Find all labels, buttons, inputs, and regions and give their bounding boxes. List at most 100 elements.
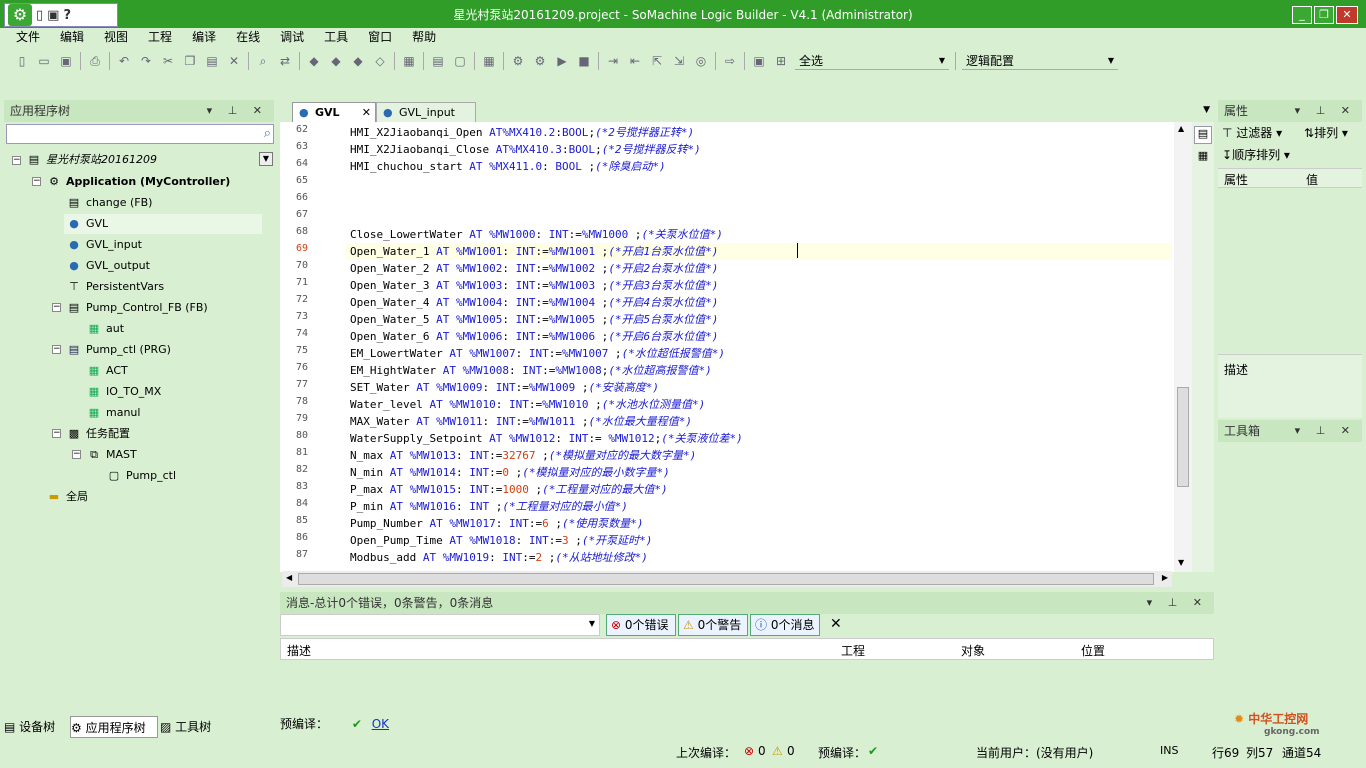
tab-device-tree[interactable]: ▤ 设备树 bbox=[4, 716, 68, 738]
collapse-toggle[interactable]: − bbox=[72, 450, 81, 459]
bookmark-next-icon[interactable]: ◆ bbox=[328, 53, 344, 69]
collapse-toggle[interactable]: − bbox=[52, 429, 61, 438]
tab-gvl[interactable]: ● GVL ✕ bbox=[292, 102, 376, 122]
login-icon[interactable]: ⚙ bbox=[510, 53, 526, 69]
precompile-ok-link[interactable]: OK bbox=[372, 717, 389, 731]
panel-controls[interactable]: ▾ ⊥ ✕ bbox=[1147, 592, 1208, 614]
tree-item[interactable]: ▦ aut bbox=[86, 319, 124, 339]
minimize-button[interactable]: _ bbox=[1292, 6, 1312, 24]
horizontal-scrollbar[interactable]: ◀ ▶ bbox=[282, 571, 1172, 587]
step-out-icon[interactable]: ⇱ bbox=[649, 53, 665, 69]
tree-item[interactable]: ▬ 全局 bbox=[46, 487, 88, 507]
scroll-right-icon[interactable]: ▶ bbox=[1162, 573, 1168, 582]
tree-dropdown[interactable]: ▼ bbox=[259, 152, 273, 166]
run-to-cursor-icon[interactable]: ⇲ bbox=[671, 53, 687, 69]
breakpoint-icon[interactable]: ◎ bbox=[693, 53, 709, 69]
tree-item[interactable]: ▩ 任务配置 bbox=[66, 424, 130, 444]
tree-item[interactable]: ● GVL_input bbox=[66, 235, 142, 255]
menu-debug[interactable]: 调试 bbox=[268, 28, 312, 46]
sort-button[interactable]: ⇅排列 ▾ bbox=[1304, 124, 1348, 141]
messages-filter-button[interactable]: ⓘ 0个消息 bbox=[750, 614, 820, 636]
menu-project[interactable]: 工程 bbox=[136, 28, 180, 46]
step-over-icon[interactable]: ⇥ bbox=[605, 53, 621, 69]
panel-controls[interactable]: ▾ ⊥ ✕ bbox=[1295, 420, 1356, 442]
tab-app-tree[interactable]: ⚙ 应用程序树 bbox=[70, 716, 158, 738]
column-header[interactable]: 描述 bbox=[287, 642, 311, 659]
scrollbar-thumb[interactable] bbox=[1177, 387, 1189, 487]
tree-item[interactable]: ▤ change (FB) bbox=[66, 193, 153, 213]
stop-icon[interactable]: ■ bbox=[576, 53, 592, 69]
restore-button[interactable]: ❐ bbox=[1314, 6, 1334, 24]
column-header[interactable]: 位置 bbox=[1081, 642, 1105, 659]
menu-online[interactable]: 在线 bbox=[224, 28, 268, 46]
build-icon[interactable]: ▦ bbox=[481, 53, 497, 69]
bookmark-prev-icon[interactable]: ◆ bbox=[350, 53, 366, 69]
logout-icon[interactable]: ⚙ bbox=[532, 53, 548, 69]
collapse-toggle[interactable]: − bbox=[32, 177, 41, 186]
panel-controls[interactable]: ▾ ⊥ ✕ bbox=[1295, 100, 1356, 122]
add-device-icon[interactable]: ⊞ bbox=[773, 53, 789, 69]
menu-view[interactable]: 视图 bbox=[92, 28, 136, 46]
tree-item-selected[interactable]: ● GVL bbox=[64, 214, 262, 234]
errors-filter-button[interactable]: ⊗ 0个错误 bbox=[606, 614, 676, 636]
bookmark-clear-icon[interactable]: ◇ bbox=[372, 53, 388, 69]
cut-icon[interactable]: ✂ bbox=[160, 53, 176, 69]
tree-search-input[interactable]: ⌕ bbox=[6, 124, 274, 144]
paste-icon[interactable]: ▤ bbox=[204, 53, 220, 69]
tree-item[interactable]: ▦ IO_TO_MX bbox=[86, 382, 162, 402]
tabular-view-icon[interactable]: ▦ bbox=[1194, 149, 1212, 167]
order-button[interactable]: ↧顺序排列 ▾ bbox=[1222, 146, 1290, 163]
tree-item[interactable]: ⊤ PersistentVars bbox=[66, 277, 164, 297]
tree-application[interactable]: ⚙ Application (MyController) bbox=[46, 172, 230, 192]
select-combo[interactable]: 全选 ▼ bbox=[795, 52, 949, 70]
column-header[interactable]: 对象 bbox=[961, 642, 985, 659]
collapse-toggle[interactable]: − bbox=[52, 303, 61, 312]
tab-tool-tree[interactable]: ▨ 工具树 bbox=[160, 716, 224, 738]
column-header[interactable]: 工程 bbox=[841, 642, 865, 659]
tree-item[interactable]: ⧉ MAST bbox=[86, 445, 137, 465]
scroll-left-icon[interactable]: ◀ bbox=[286, 573, 292, 582]
tree-root[interactable]: ▤ 星光村泵站20161209 bbox=[26, 150, 157, 170]
close-icon[interactable]: ✕ bbox=[362, 103, 371, 123]
menu-file[interactable]: 文件 bbox=[4, 28, 48, 46]
menu-edit[interactable]: 编辑 bbox=[48, 28, 92, 46]
config-combo[interactable]: 逻辑配置 ▼ bbox=[962, 52, 1118, 70]
properties-icon[interactable]: ▢ bbox=[452, 53, 468, 69]
scroll-up-icon[interactable]: ▲ bbox=[1178, 124, 1184, 133]
tree-item[interactable]: ▦ ACT bbox=[86, 361, 128, 381]
windows-icon[interactable]: ▦ bbox=[401, 53, 417, 69]
close-button[interactable]: ✕ bbox=[1336, 6, 1358, 24]
menu-help[interactable]: 帮助 bbox=[400, 28, 444, 46]
undo-icon[interactable]: ↶ bbox=[116, 53, 132, 69]
redo-icon[interactable]: ↷ bbox=[138, 53, 154, 69]
tree-item[interactable]: ▤ Pump_Control_FB (FB) bbox=[66, 298, 208, 318]
warnings-filter-button[interactable]: ⚠ 0个警告 bbox=[678, 614, 748, 636]
device-icon[interactable]: ▣ bbox=[751, 53, 767, 69]
tree-item[interactable]: ● GVL_output bbox=[66, 256, 150, 276]
open-icon[interactable]: ▭ bbox=[36, 53, 52, 69]
clear-icon[interactable]: ✕ bbox=[830, 616, 842, 632]
menu-tools[interactable]: 工具 bbox=[312, 28, 356, 46]
copy-icon[interactable]: ❐ bbox=[182, 53, 198, 69]
step-into-icon[interactable]: ⇤ bbox=[627, 53, 643, 69]
add-object-icon[interactable]: ▤ bbox=[430, 53, 446, 69]
message-source-combo[interactable]: ▼ bbox=[280, 614, 600, 636]
tree-item[interactable]: ▦ manul bbox=[86, 403, 141, 423]
print-icon[interactable]: ⎙ bbox=[87, 53, 103, 69]
replace-icon[interactable]: ⇄ bbox=[277, 53, 293, 69]
vertical-scrollbar[interactable]: ▲ ▼ bbox=[1174, 122, 1192, 572]
code-editor[interactable]: 62 63 64 65 66 67 68 69 70 71 72 73 74 75 76 77 78 79 80 81… bbox=[280, 122, 1214, 572]
menu-build[interactable]: 编译 bbox=[180, 28, 224, 46]
run-icon[interactable]: ▶ bbox=[554, 53, 570, 69]
hscroll-thumb[interactable] bbox=[298, 573, 1154, 585]
next-statement-icon[interactable]: ⇨ bbox=[722, 53, 738, 69]
find-icon[interactable]: ⌕ bbox=[255, 53, 271, 69]
panel-controls[interactable]: ▾ ⊥ ✕ bbox=[207, 100, 268, 122]
chevron-down-icon[interactable]: ▼ bbox=[1203, 105, 1210, 115]
collapse-toggle[interactable]: − bbox=[52, 345, 61, 354]
delete-icon[interactable]: ✕ bbox=[226, 53, 242, 69]
filter-button[interactable]: ⊤ 过滤器 ▾ bbox=[1222, 124, 1282, 141]
bookmark-icon[interactable]: ◆ bbox=[306, 53, 322, 69]
tree-item[interactable]: ▢ Pump_ctl bbox=[106, 466, 176, 486]
scroll-down-icon[interactable]: ▼ bbox=[1178, 558, 1184, 567]
